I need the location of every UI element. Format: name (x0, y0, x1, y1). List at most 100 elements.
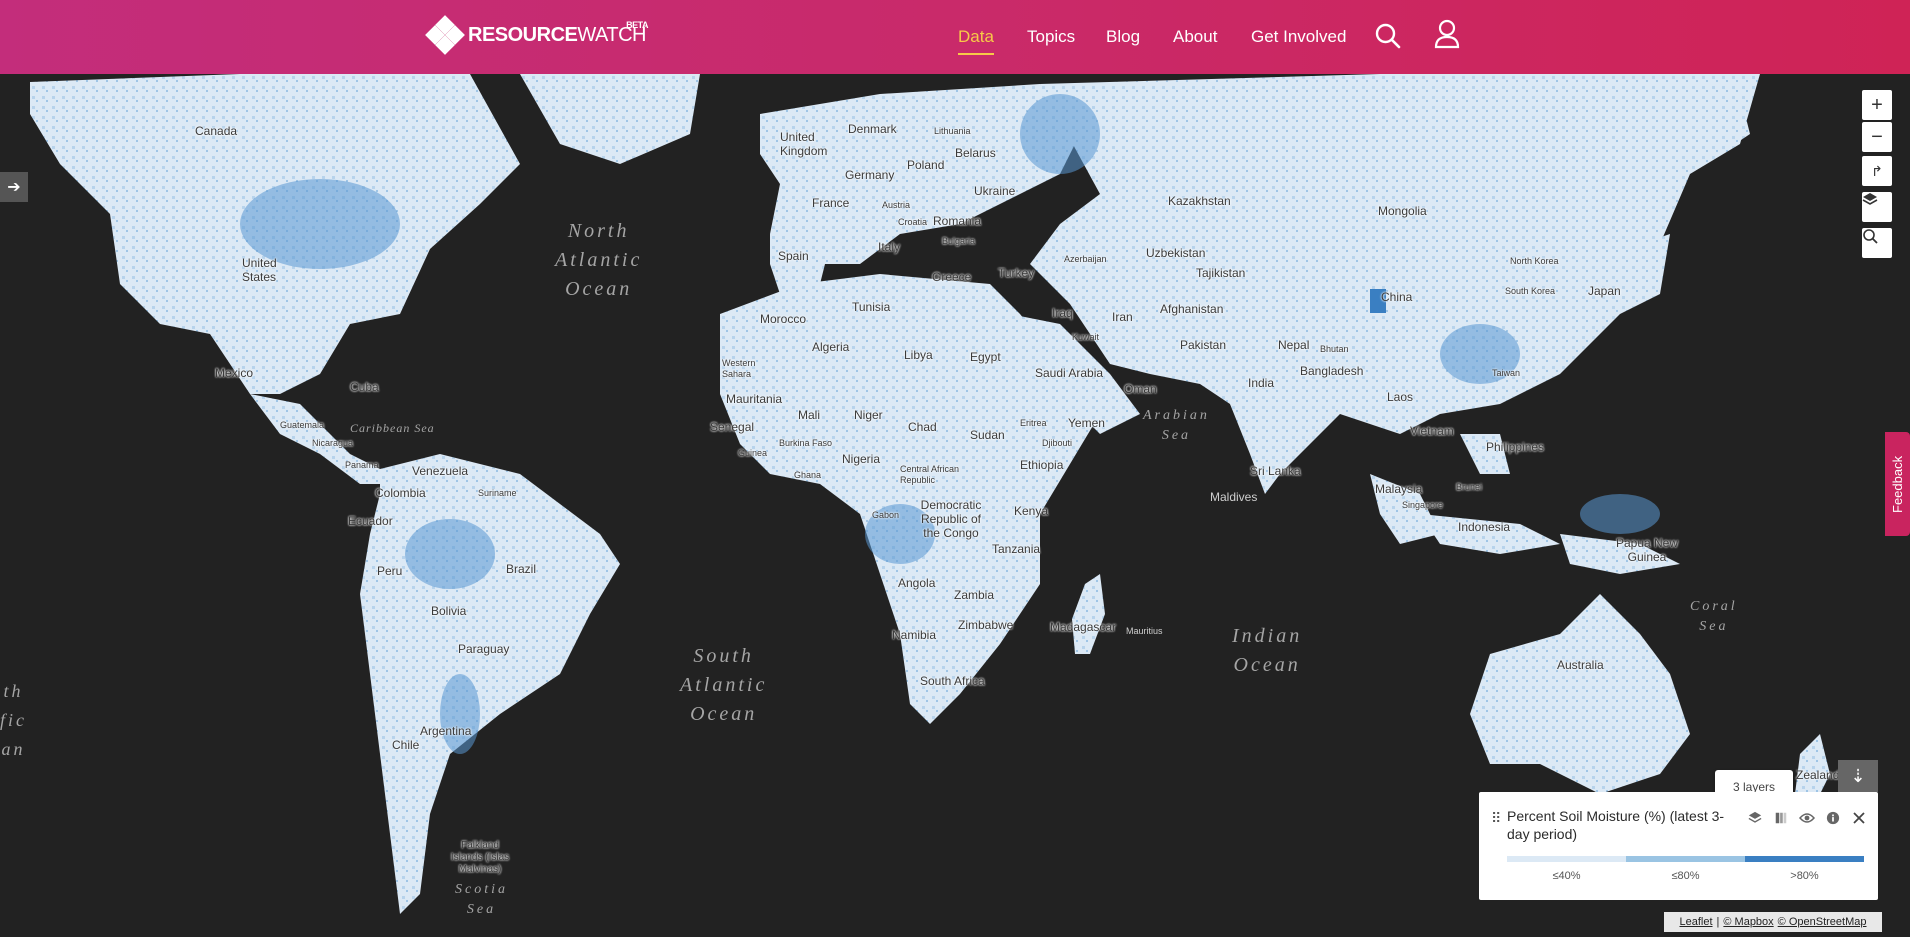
zoom-out-icon: − (1871, 125, 1883, 148)
country-label: Oman (1124, 382, 1157, 396)
site-header: RESOURCEWATCH BETA Data Topics Blog Abou… (0, 0, 1910, 74)
zoom-in-icon: + (1871, 93, 1883, 116)
country-label: South Africa (920, 674, 985, 688)
country-label: Sri Lanka (1250, 464, 1301, 478)
country-label: Mongolia (1378, 204, 1427, 218)
country-label: Japan (1588, 284, 1621, 298)
country-label: Ethiopia (1020, 458, 1064, 472)
country-label: Uzbekistan (1146, 246, 1206, 260)
country-label: Morocco (760, 312, 807, 326)
country-label: Zambia (954, 588, 995, 602)
country-label: Spain (778, 249, 809, 263)
visibility-eye-icon[interactable] (1799, 810, 1815, 826)
legend-panel: ⠿ Percent Soil Moisture (%) (latest 3-da… (1479, 792, 1878, 900)
country-label: Maldives (1210, 490, 1258, 504)
resourcewatch-logo[interactable]: RESOURCEWATCH BETA (425, 15, 648, 55)
logo-mark-icon (425, 15, 465, 55)
country-label: Pakistan (1180, 338, 1227, 352)
country-label: Madagascar (1050, 620, 1117, 634)
search-location-button[interactable] (1862, 228, 1892, 258)
country-label: Egypt (970, 350, 1001, 364)
country-label: Brunei (1456, 482, 1483, 492)
drag-handle-icon[interactable]: ⠿ (1491, 810, 1501, 827)
basemap-button[interactable] (1862, 192, 1892, 222)
country-label: Nicaragua (312, 438, 354, 448)
country-label: Angola (898, 576, 936, 590)
zoom-in-button[interactable]: + (1862, 90, 1892, 120)
country-label: Libya (904, 348, 933, 362)
country-label: United States (242, 256, 277, 284)
nav-about[interactable]: About (1173, 27, 1217, 47)
country-label: Mali (798, 408, 821, 422)
country-label: Panama (345, 460, 379, 470)
user-icon[interactable] (1433, 19, 1461, 54)
ocean-label-indian: Indian Ocean (1232, 625, 1303, 676)
legend-collapse-button[interactable]: ⇣ (1838, 760, 1878, 792)
close-icon[interactable] (1851, 810, 1867, 826)
country-label: Tunisia (852, 300, 891, 314)
country-label: Western Sahara (722, 358, 756, 379)
country-label: Azerbaijan (1064, 254, 1107, 264)
country-label: Guatemala (280, 420, 325, 430)
country-label: Venezuela (412, 464, 469, 478)
basemap-layers-icon (1862, 193, 1878, 205)
leaflet-link[interactable]: Leaflet (1679, 916, 1712, 928)
country-label: Turkey (998, 266, 1035, 280)
country-label: United Kingdom (780, 130, 828, 158)
feedback-tab[interactable]: Feedback (1885, 432, 1910, 536)
country-label: Papua New Guinea (1615, 536, 1679, 564)
legend-swatch-high (1745, 856, 1864, 862)
share-button[interactable]: ↱ (1862, 156, 1892, 186)
opacity-icon[interactable] (1773, 810, 1789, 826)
logo-text: RESOURCEWATCH BETA (468, 19, 648, 46)
nav-get-involved[interactable]: Get Involved (1251, 27, 1346, 47)
country-label: Australia (1557, 658, 1604, 672)
country-label: Sudan (970, 428, 1005, 442)
country-label: Guinea (738, 448, 768, 458)
country-label: Mauritania (726, 392, 783, 406)
nav-topics[interactable]: Topics (1027, 27, 1075, 47)
country-label: Tanzania (992, 542, 1041, 556)
sidebar-toggle-button[interactable]: ➔ (0, 172, 28, 202)
mapbox-link[interactable]: © Mapbox (1723, 916, 1773, 928)
country-label: Kuwait (1072, 332, 1100, 342)
country-label: Afghanistan (1160, 302, 1224, 316)
country-label: Greece (932, 270, 972, 284)
layers-icon[interactable] (1747, 810, 1763, 826)
nav-blog[interactable]: Blog (1106, 27, 1140, 47)
country-label: Germany (845, 168, 895, 182)
country-label: Malaysia (1375, 482, 1423, 496)
country-label: Eritrea (1020, 418, 1047, 428)
country-label: Saudi Arabia (1035, 366, 1104, 380)
country-label: Burkina Faso (779, 438, 833, 448)
country-label: Zealand (1796, 768, 1840, 782)
country-label: Argentina (420, 724, 472, 738)
country-label: Cuba (350, 380, 379, 394)
country-label: Nigeria (842, 452, 881, 466)
legend-label-mid: ≤80% (1671, 870, 1700, 882)
country-label: India (1248, 376, 1275, 390)
country-label: Senegal (710, 420, 755, 434)
country-label: Zimbabwe (958, 618, 1014, 632)
ocean-label-coral-sea: Coral Sea (1690, 599, 1738, 634)
country-label: Falkland Islands (Islas Malvinas) (450, 840, 510, 875)
info-icon[interactable] (1825, 810, 1841, 826)
country-label: Singapore (1402, 500, 1444, 510)
nav-data[interactable]: Data (958, 27, 994, 55)
search-icon[interactable] (1374, 22, 1402, 55)
search-location-icon (1863, 229, 1878, 244)
openstreetmap-link[interactable]: © OpenStreetMap (1778, 916, 1867, 928)
country-label: Ecuador (348, 514, 393, 528)
country-label: Canada (195, 124, 238, 138)
country-label: Ukraine (974, 184, 1016, 198)
zoom-out-button[interactable]: − (1862, 122, 1892, 152)
country-label: Belarus (955, 146, 996, 160)
country-label: Ghana (794, 470, 822, 480)
country-label: Paraguay (458, 642, 510, 656)
country-label: Italy (878, 240, 901, 254)
country-label: China (1381, 290, 1413, 304)
legend-label-low: ≤40% (1552, 870, 1581, 882)
country-label: Poland (907, 158, 945, 172)
country-label: Democratic Republic of the Congo (920, 498, 982, 540)
country-label: Namibia (892, 628, 937, 642)
